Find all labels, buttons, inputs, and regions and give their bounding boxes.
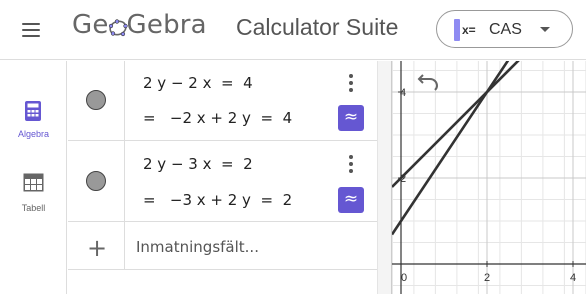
x-tick-label: 4 [570,272,576,284]
x-tick-label: 0 [401,272,407,284]
algebra-output: = −2 x + 2 y = 4 [143,109,293,127]
scrollbar[interactable] [377,61,391,294]
undo-icon[interactable] [417,74,439,91]
graphics-view[interactable]: 024246 [391,61,586,294]
plus-icon[interactable]: + [87,234,107,262]
app-switcher-value: CAS [489,21,522,38]
visibility-column [68,141,125,221]
algebra-input[interactable]: 2 y − 2 x = 4 [143,74,253,92]
add-column: + [68,222,125,269]
algebra-row: 2 y − 3 x = 2 = −3 x + 2 y = 2 ≈ [68,141,377,222]
calculator-icon [25,101,41,121]
x-tick-label: 2 [484,272,490,284]
visibility-column [68,61,125,140]
algebra-input[interactable]: 2 y − 3 x = 2 [143,155,253,173]
graph-line [392,61,510,236]
sidebar-item-tabell[interactable]: Tabell [0,169,67,229]
app-switcher-dropdown[interactable]: x= CAS [436,10,573,48]
input-bar[interactable]: Inmatningsfält... [136,238,259,256]
approx-toggle-button[interactable]: ≈ [338,187,364,213]
algebra-output: = −3 x + 2 y = 2 [143,191,293,209]
geogebra-logo: Ge Gebra [72,10,207,40]
more-options-icon[interactable] [348,155,354,173]
y-tick-label: 4 [400,87,406,99]
visibility-toggle[interactable] [86,171,106,191]
sidebar-item-algebra[interactable]: Algebra [0,97,67,157]
visibility-toggle[interactable] [86,90,106,110]
approx-toggle-button[interactable]: ≈ [338,105,364,131]
app-title: Calculator Suite [236,14,399,40]
input-row: + Inmatningsfält... [68,222,377,270]
algebra-view: 2 y − 2 x = 4 = −2 x + 2 y = 4 ≈ 2 y − 3… [68,61,391,294]
sidebar-item-label: Algebra [17,129,50,139]
chevron-down-icon [540,27,550,32]
sidebar: Algebra Tabell [0,61,67,294]
sidebar-item-label: Tabell [21,203,46,213]
more-options-icon[interactable] [348,74,354,92]
app-header: Ge Gebra Calculator Suite x= CAS [0,0,586,60]
table-icon [23,173,44,192]
menu-icon[interactable] [20,19,42,41]
algebra-row: 2 y − 2 x = 4 = −2 x + 2 y = 4 ≈ [68,61,377,141]
graph-canvas[interactable]: 024246 [392,61,586,294]
